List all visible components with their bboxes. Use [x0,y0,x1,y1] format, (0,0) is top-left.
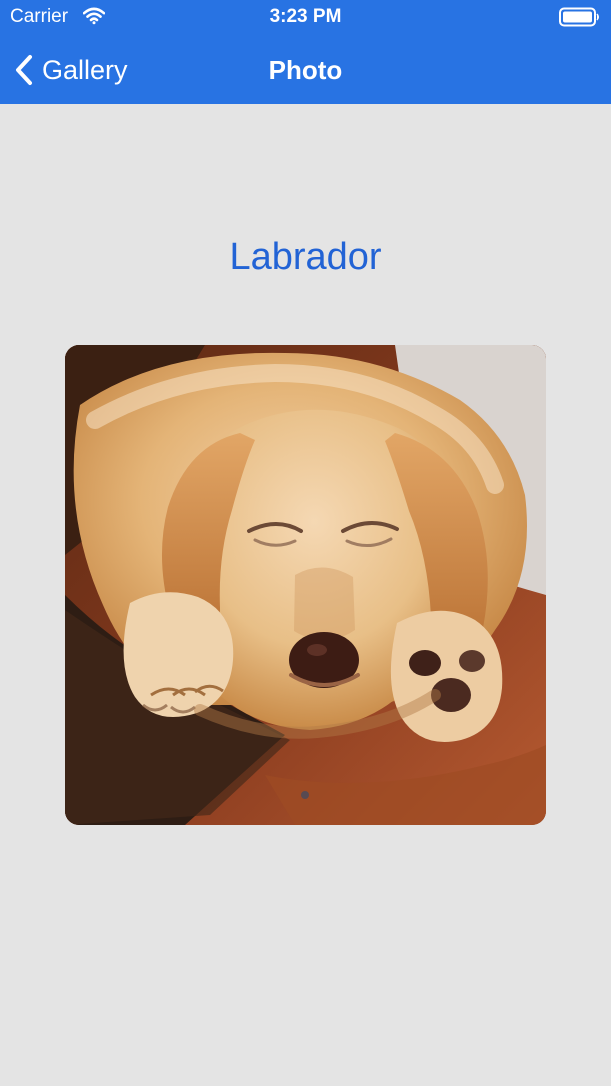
top-header: Carrier 3:23 PM Gallery Photo [0,0,611,104]
navigation-bar: Gallery Photo [0,36,611,104]
status-bar: Carrier 3:23 PM [0,0,611,36]
page-title: Photo [268,55,343,85]
status-time: 3:23 PM [269,6,342,27]
photo-title: Labrador [229,236,382,278]
labrador-photo [65,345,546,825]
battery-icon [559,7,599,27]
labrador-illustration [65,345,546,825]
photo-screen: Carrier 3:23 PM Gallery Photo Labrador [0,0,611,1086]
